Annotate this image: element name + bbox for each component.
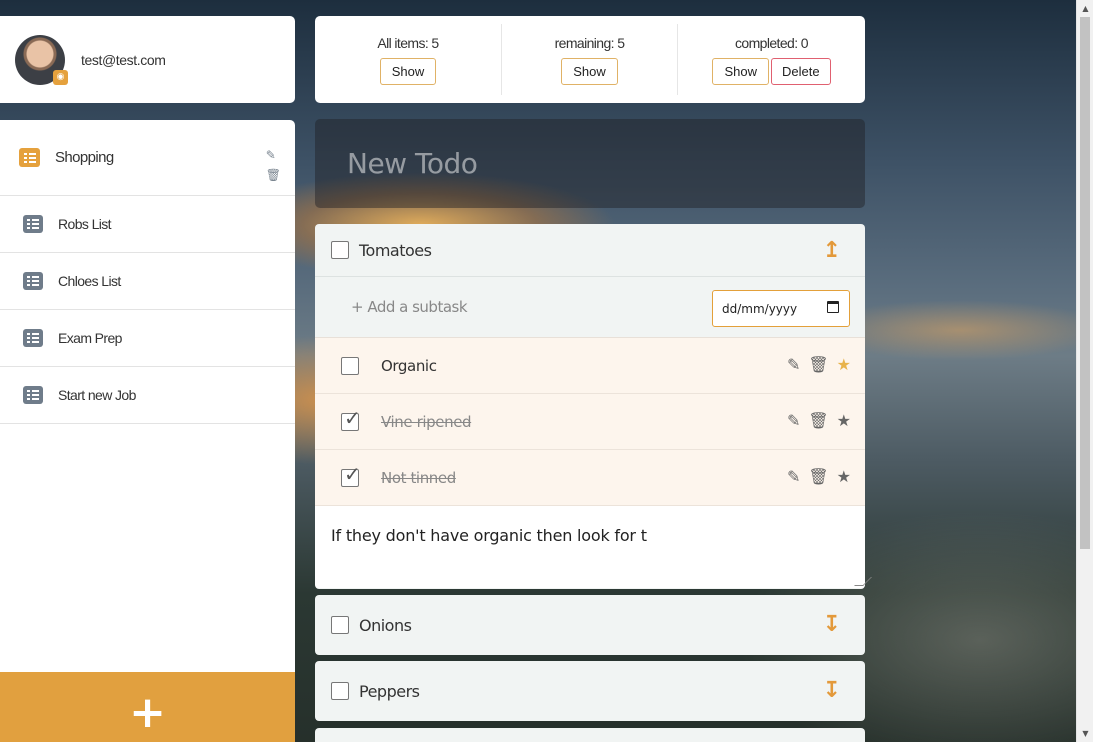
scroll-up-icon[interactable]: ▲ xyxy=(1077,0,1093,17)
delete-completed-button[interactable]: Delete xyxy=(770,57,831,85)
stat-remaining: remaining: 5 Show xyxy=(502,24,678,95)
trash-icon[interactable]: 🗑 xyxy=(808,412,828,430)
notes-text: If they don't have organic then look for… xyxy=(331,526,647,545)
subtask-label: Vine ripened xyxy=(381,412,472,431)
add-subtask-input[interactable]: + Add a subtask xyxy=(351,298,468,316)
edit-icon[interactable]: ✎ xyxy=(787,356,800,374)
edit-icon[interactable]: ✎ xyxy=(787,468,800,486)
todo-header[interactable]: Peppers ↧ xyxy=(315,661,865,721)
stat-remaining-label: remaining: 5 xyxy=(554,34,625,51)
date-placeholder: dd/mm/yyyy xyxy=(722,301,798,316)
trash-icon[interactable]: 🗑 xyxy=(266,168,281,182)
move-down-arrow-icon[interactable]: ↧ xyxy=(823,614,841,636)
list-icon xyxy=(23,386,43,404)
edit-icon[interactable]: ✎ xyxy=(266,148,281,162)
checkmark-icon: ✓ xyxy=(344,461,361,486)
resize-handle[interactable] xyxy=(854,577,872,586)
calendar-icon[interactable] xyxy=(827,301,839,313)
subtask-actions: ✎ 🗑 ★ xyxy=(787,356,851,374)
subtask-row: ✓ Not tinned ✎ 🗑 ★ xyxy=(315,450,865,506)
stat-completed: completed: 0 Show Delete xyxy=(678,16,865,103)
sidebar-item-start-new-job[interactable]: Start new Job xyxy=(0,367,295,424)
subtask-checkbox[interactable]: ✓ xyxy=(341,462,361,487)
subtask-checkbox[interactable]: ✓ xyxy=(341,406,361,431)
todo-checkbox[interactable] xyxy=(331,241,349,259)
lists-sidebar: Shopping ✎ 🗑 Robs List Chloes List Exam … xyxy=(0,120,295,742)
user-email: test@test.com xyxy=(81,51,166,68)
page-scrollbar[interactable]: ▲ ▼ xyxy=(1076,0,1093,742)
add-list-button[interactable]: + xyxy=(0,672,295,742)
todo-title: Peppers xyxy=(359,681,420,701)
scrollbar-thumb[interactable] xyxy=(1080,17,1090,549)
subtask-label: Organic xyxy=(381,356,437,375)
list-icon xyxy=(19,148,40,167)
subtask-row: Organic ✎ 🗑 ★ xyxy=(315,338,865,394)
scroll-down-icon[interactable]: ▼ xyxy=(1077,725,1093,742)
sidebar-item-chloes-list[interactable]: Chloes List xyxy=(0,253,295,310)
move-down-arrow-icon[interactable]: ↧ xyxy=(823,680,841,702)
list-actions: ✎ 🗑 xyxy=(266,148,281,182)
todo-checkbox[interactable] xyxy=(331,682,349,700)
show-completed-button[interactable]: Show xyxy=(712,57,769,85)
sidebar-item-label: Robs List xyxy=(58,216,112,232)
show-all-button[interactable]: Show xyxy=(379,57,437,85)
avatar[interactable]: ◉ xyxy=(15,34,68,85)
list-icon xyxy=(23,329,43,347)
profile-card: ◉ test@test.com xyxy=(0,16,295,103)
todo-title: Onions xyxy=(359,615,412,635)
list-icon xyxy=(23,272,43,290)
subtask-row: ✓ Vine ripened ✎ 🗑 ★ xyxy=(315,394,865,450)
star-icon[interactable]: ★ xyxy=(837,468,851,486)
show-remaining-button[interactable]: Show xyxy=(561,57,618,85)
sidebar-item-label: Shopping xyxy=(55,149,114,166)
star-icon[interactable]: ★ xyxy=(837,412,851,430)
sidebar-item-label: Start new Job xyxy=(58,387,136,403)
todo-item-onions: Onions ↧ xyxy=(315,595,865,655)
subtask-actions: ✎ 🗑 ★ xyxy=(787,412,851,430)
sidebar-item-shopping[interactable]: Shopping ✎ 🗑 xyxy=(0,120,295,196)
stat-all-label: All items: 5 xyxy=(377,34,439,51)
new-todo-input[interactable]: New Todo xyxy=(315,119,865,208)
checkmark-icon: ✓ xyxy=(344,405,361,430)
sidebar-item-label: Chloes List xyxy=(58,273,121,289)
camera-icon[interactable]: ◉ xyxy=(53,69,68,85)
trash-icon[interactable]: 🗑 xyxy=(808,356,828,374)
sidebar-item-exam-prep[interactable]: Exam Prep xyxy=(0,310,295,367)
subtask-label: Not tinned xyxy=(381,468,456,487)
star-icon[interactable]: ★ xyxy=(837,356,851,374)
list-icon xyxy=(23,215,43,233)
todo-notes-textarea[interactable]: If they don't have organic then look for… xyxy=(315,506,872,588)
todo-item-tomatoes: Tomatoes ↥ + Add a subtask dd/mm/yyyy Or… xyxy=(315,224,872,589)
sidebar-item-label: Exam Prep xyxy=(58,330,122,346)
todo-title: Tomatoes xyxy=(359,240,432,260)
stat-completed-label: completed: 0 xyxy=(735,34,809,51)
stat-all-items: All items: 5 Show xyxy=(315,24,502,95)
sidebar-item-robs-list[interactable]: Robs List xyxy=(0,196,295,253)
todo-header[interactable]: Tomatoes ↥ xyxy=(315,224,865,276)
move-up-arrow-icon[interactable]: ↥ xyxy=(823,240,841,262)
trash-icon[interactable]: 🗑 xyxy=(808,468,828,486)
subtask-checkbox[interactable] xyxy=(341,356,359,375)
todo-checkbox[interactable] xyxy=(331,616,349,634)
todo-item-peppers: Peppers ↧ xyxy=(315,661,865,721)
add-subtask-row: + Add a subtask dd/mm/yyyy xyxy=(315,276,865,338)
edit-icon[interactable]: ✎ xyxy=(787,412,800,430)
due-date-input[interactable]: dd/mm/yyyy xyxy=(712,290,850,327)
subtask-actions: ✎ 🗑 ★ xyxy=(787,468,851,486)
todo-item-partial xyxy=(315,728,865,742)
todo-header[interactable]: Onions ↧ xyxy=(315,595,865,655)
stats-bar: All items: 5 Show remaining: 5 Show comp… xyxy=(315,16,865,103)
